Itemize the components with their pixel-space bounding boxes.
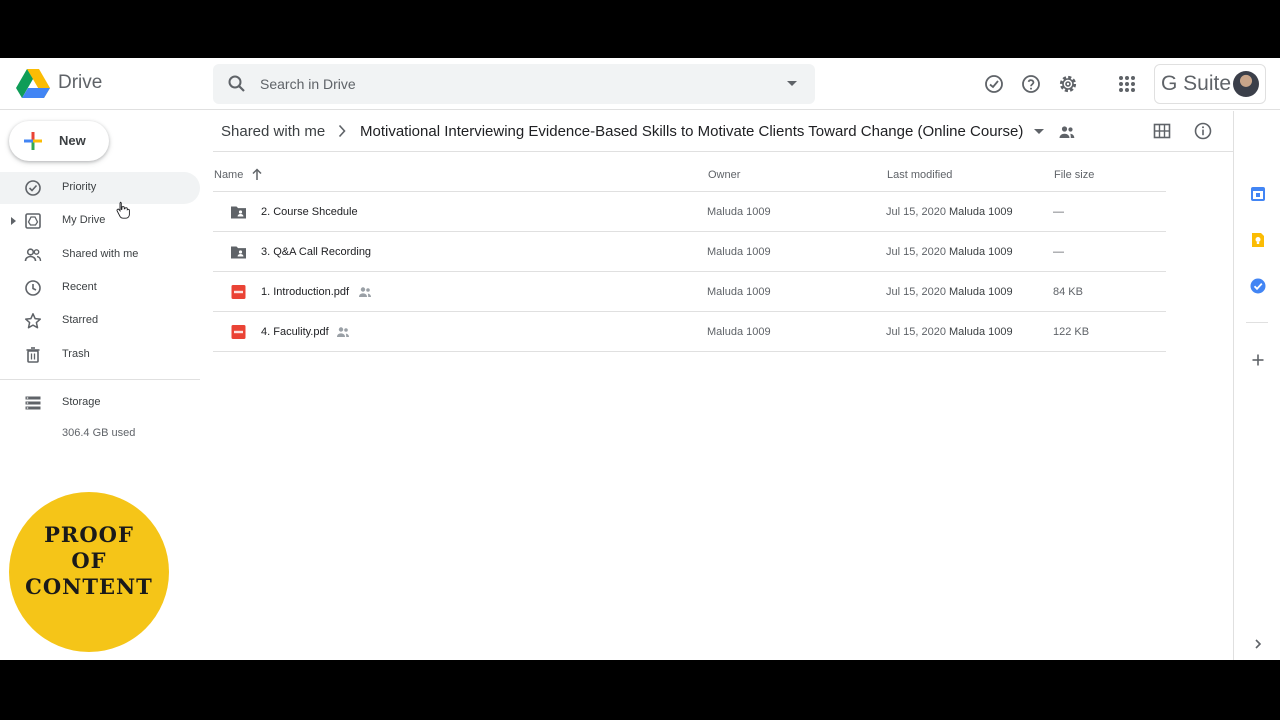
sidebar-item-label: Priority — [62, 181, 97, 193]
pdf-file-icon — [231, 285, 246, 299]
search-options-icon[interactable] — [787, 81, 797, 86]
file-modified-by: Maluda 1009 — [949, 246, 1013, 258]
expand-caret-icon[interactable] — [11, 217, 16, 225]
file-name: 4. Faculity.pdf — [261, 326, 329, 338]
top-bar: Drive Search in Drive G Suite — [0, 58, 1280, 110]
column-header-name[interactable]: Name — [214, 169, 243, 181]
breadcrumb-root[interactable]: Shared with me — [221, 123, 325, 140]
help-icon[interactable] — [1020, 73, 1042, 95]
clock-icon — [25, 280, 41, 296]
file-name: 3. Q&A Call Recording — [261, 246, 372, 258]
file-modified-date: Jul 15, 2020 — [886, 326, 946, 338]
breadcrumb-current-folder[interactable]: Motivational Interviewing Evidence-Based… — [360, 123, 1023, 140]
sidebar-item-label: Trash — [62, 348, 90, 360]
file-size: — — [1053, 246, 1064, 258]
sidebar-item-trash[interactable]: Trash — [0, 339, 200, 371]
file-size: — — [1053, 206, 1064, 218]
side-panel — [1233, 111, 1280, 660]
tasks-icon[interactable] — [1250, 278, 1266, 294]
storage-icon — [25, 396, 41, 410]
file-name: 1. Introduction.pdf — [261, 286, 350, 298]
search-icon[interactable] — [227, 74, 247, 94]
toolbar-divider — [213, 151, 1233, 152]
table-row[interactable]: 1. Introduction.pdf Maluda 1009 Jul 15, … — [213, 272, 1166, 312]
drive-window: Drive Search in Drive G Suite New Priori… — [0, 58, 1280, 660]
shared-folder-people-icon[interactable] — [1058, 124, 1076, 140]
file-modified-date: Jul 15, 2020 — [886, 206, 946, 218]
file-size: 122 KB — [1053, 326, 1090, 338]
shared-people-icon — [337, 327, 349, 337]
add-addon-plus-icon[interactable] — [1250, 352, 1266, 368]
file-modified-by: Maluda 1009 — [949, 286, 1013, 298]
sort-ascending-icon[interactable] — [251, 168, 263, 181]
drive-logo-icon[interactable] — [16, 69, 50, 99]
sidebar-item-label: My Drive — [62, 214, 106, 226]
sidebar-item-my-drive[interactable]: My Drive — [0, 205, 200, 237]
file-owner: Maluda 1009 — [707, 286, 771, 298]
table-row[interactable]: 2. Course Shcedule Maluda 1009 Jul 15, 2… — [213, 192, 1166, 232]
column-header-last-modified[interactable]: Last modified — [887, 169, 952, 181]
table-row[interactable]: 4. Faculity.pdf Maluda 1009 Jul 15, 2020… — [213, 312, 1166, 352]
search-bar[interactable]: Search in Drive — [213, 64, 815, 104]
sidebar-item-label: Storage — [62, 396, 101, 408]
people-icon — [24, 248, 42, 262]
badge-line-3: CONTENT — [25, 574, 153, 599]
sidebar-item-shared-with-me[interactable]: Shared with me — [0, 239, 200, 271]
badge-line-2: OF — [71, 548, 107, 573]
file-owner: Maluda 1009 — [707, 206, 771, 218]
shared-people-icon — [359, 287, 371, 297]
chevron-right-icon[interactable] — [1250, 636, 1266, 652]
file-owner: Maluda 1009 — [707, 246, 771, 258]
shared-folder-icon — [231, 246, 246, 259]
sidebar-item-label: Recent — [62, 281, 97, 293]
sidebar-item-recent[interactable]: Recent — [0, 272, 200, 304]
account-switcher[interactable]: G Suite — [1154, 64, 1266, 104]
storage-used-text: 306.4 GB used — [62, 427, 136, 439]
offline-ready-icon[interactable] — [983, 73, 1005, 95]
my-drive-icon — [25, 213, 41, 229]
sidebar-item-starred[interactable]: Starred — [0, 305, 200, 337]
avatar[interactable] — [1233, 71, 1259, 97]
search-input[interactable]: Search in Drive — [260, 76, 356, 92]
new-button-label: New — [59, 133, 86, 148]
sidebar-divider — [0, 379, 200, 380]
app-name[interactable]: Drive — [58, 72, 102, 94]
side-panel-divider — [1246, 322, 1268, 323]
sidebar-item-priority[interactable]: Priority — [0, 172, 200, 204]
pdf-file-icon — [231, 325, 246, 339]
apps-grid-icon[interactable] — [1116, 73, 1138, 95]
trash-icon — [26, 347, 40, 363]
priority-icon — [25, 180, 41, 196]
keep-icon[interactable] — [1250, 232, 1266, 248]
gsuite-label: G Suite — [1161, 72, 1232, 95]
chevron-right-icon — [338, 124, 346, 138]
shared-folder-icon — [231, 206, 246, 219]
file-modified-by: Maluda 1009 — [949, 326, 1013, 338]
file-owner: Maluda 1009 — [707, 326, 771, 338]
sidebar-item-label: Starred — [62, 314, 99, 326]
star-icon — [24, 313, 42, 329]
plus-icon — [24, 132, 42, 150]
column-header-owner[interactable]: Owner — [708, 169, 740, 181]
file-modified-by: Maluda 1009 — [949, 206, 1013, 218]
settings-gear-icon[interactable] — [1057, 73, 1079, 95]
sidebar-item-label: Shared with me — [62, 248, 139, 260]
file-modified-date: Jul 15, 2020 — [886, 286, 946, 298]
badge-line-1: PROOF — [44, 522, 134, 547]
file-modified-date: Jul 15, 2020 — [886, 246, 946, 258]
table-row[interactable]: 3. Q&A Call Recording Maluda 1009 Jul 15… — [213, 232, 1166, 272]
new-button[interactable]: New — [9, 121, 109, 161]
folder-menu-dropdown-icon[interactable] — [1034, 129, 1044, 134]
grid-view-icon[interactable] — [1153, 122, 1171, 140]
sidebar-item-storage[interactable]: Storage — [0, 387, 200, 419]
file-size: 84 KB — [1053, 286, 1083, 298]
info-icon[interactable] — [1193, 121, 1213, 141]
calendar-icon[interactable] — [1250, 186, 1266, 202]
hand-cursor-icon — [116, 201, 130, 219]
file-name: 2. Course Shcedule — [261, 206, 358, 218]
column-header-file-size[interactable]: File size — [1054, 169, 1094, 181]
proof-of-content-badge: PROOF OF CONTENT — [9, 492, 169, 652]
